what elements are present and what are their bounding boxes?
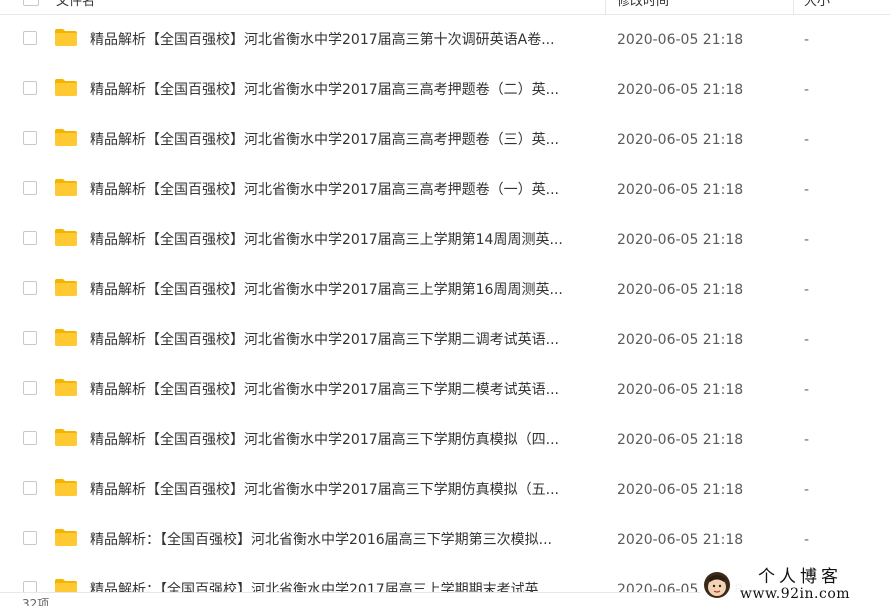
file-name[interactable]: 精品解析【全国百强校】河北省衡水中学2017届高三上学期第16周周测英... [90, 265, 595, 315]
item-count: 32项 [22, 597, 50, 606]
file-size: - [804, 232, 810, 248]
file-row[interactable]: 精品解析【全国百强校】河北省衡水中学2017届高三下学期仿真模拟（四... 202… [0, 415, 890, 465]
row-checkbox[interactable] [23, 131, 37, 145]
file-row[interactable]: 精品解析【全国百强校】河北省衡水中学2017届高三下学期二调考试英语... 202… [0, 315, 890, 365]
file-modified-date: 2020-06-05 21:18 [617, 382, 744, 398]
select-all-checkbox[interactable] [23, 0, 39, 6]
file-size: - [804, 332, 810, 348]
folder-icon [55, 79, 77, 96]
file-list-header: 文件名 修改时间 大小 [0, 0, 890, 15]
file-name[interactable]: 精品解析【全国百强校】河北省衡水中学2017届高三第十次调研英语A卷... [90, 15, 595, 65]
row-checkbox[interactable] [23, 531, 37, 545]
file-name[interactable]: 精品解析【全国百强校】河北省衡水中学2017届高三下学期二模考试英语... [90, 365, 595, 415]
blog-watermark: 个人博客 www.92in.com [700, 565, 890, 606]
folder-icon [55, 379, 77, 396]
file-modified-date: 2020-06-05 21:18 [617, 182, 744, 198]
file-modified-date: 2020-06-05 21:18 [617, 232, 744, 248]
file-size: - [804, 432, 810, 448]
file-modified-date: 2020-06-05 21:18 [617, 332, 744, 348]
folder-icon [55, 129, 77, 146]
file-modified-date: 2020-06-05 21:18 [617, 32, 744, 48]
column-divider[interactable] [605, 0, 606, 14]
file-row[interactable]: 精品解析【全国百强校】河北省衡水中学2017届高三下学期仿真模拟（五... 202… [0, 465, 890, 515]
row-checkbox[interactable] [23, 31, 37, 45]
folder-icon [55, 479, 77, 496]
row-checkbox[interactable] [23, 331, 37, 345]
column-header-name[interactable]: 文件名 [56, 0, 95, 13]
file-name[interactable]: 精品解析【全国百强校】河北省衡水中学2017届高三下学期二调考试英语... [90, 315, 595, 365]
row-checkbox[interactable] [23, 481, 37, 495]
file-size: - [804, 382, 810, 398]
file-size: - [804, 282, 810, 298]
file-row[interactable]: 精品解析【全国百强校】河北省衡水中学2017届高三第十次调研英语A卷... 202… [0, 15, 890, 65]
file-row[interactable]: 精品解析【全国百强校】河北省衡水中学2017届高三高考押题卷（一）英... 202… [0, 165, 890, 215]
file-name[interactable]: 精品解析【全国百强校】河北省衡水中学2017届高三上学期第14周周测英... [90, 215, 595, 265]
folder-icon [55, 329, 77, 346]
file-size: - [804, 132, 810, 148]
file-row[interactable]: 精品解析【全国百强校】河北省衡水中学2017届高三下学期二模考试英语... 202… [0, 365, 890, 415]
row-checkbox[interactable] [23, 231, 37, 245]
row-checkbox[interactable] [23, 281, 37, 295]
folder-icon [55, 279, 77, 296]
file-name[interactable]: 精品解析【全国百强校】河北省衡水中学2017届高三高考押题卷（二）英... [90, 65, 595, 115]
file-modified-date: 2020-06-05 21:18 [617, 82, 744, 98]
file-list: 精品解析【全国百强校】河北省衡水中学2017届高三第十次调研英语A卷... 202… [0, 15, 890, 606]
file-size: - [804, 532, 810, 548]
file-name[interactable]: 精品解析【全国百强校】河北省衡水中学2017届高三下学期仿真模拟（四... [90, 415, 595, 465]
row-checkbox[interactable] [23, 81, 37, 95]
folder-icon [55, 429, 77, 446]
file-row[interactable]: 精品解析【全国百强校】河北省衡水中学2017届高三高考押题卷（三）英... 202… [0, 115, 890, 165]
file-row[interactable]: 精品解析【全国百强校】河北省衡水中学2017届高三上学期第16周周测英... 20… [0, 265, 890, 315]
row-checkbox[interactable] [23, 181, 37, 195]
row-checkbox[interactable] [23, 381, 37, 395]
file-modified-date: 2020-06-05 21:18 [617, 282, 744, 298]
file-list-window: 文件名 修改时间 大小 精品解析【全国百强校】河北省衡水中学2017届高三第十次… [0, 0, 890, 606]
file-size: - [804, 182, 810, 198]
file-modified-date: 2020-06-05 21:18 [617, 482, 744, 498]
file-size: - [804, 32, 810, 48]
column-header-size[interactable]: 大小 [804, 0, 830, 13]
file-name[interactable]: 精品解析：【全国百强校】河北省衡水中学2016届高三下学期第三次模拟... [90, 515, 595, 565]
column-header-modified[interactable]: 修改时间 [617, 0, 669, 13]
file-name[interactable]: 精品解析【全国百强校】河北省衡水中学2017届高三下学期仿真模拟（五... [90, 465, 595, 515]
folder-icon [55, 529, 77, 546]
folder-icon [55, 29, 77, 46]
row-checkbox[interactable] [23, 431, 37, 445]
folder-icon [55, 229, 77, 246]
file-row[interactable]: 精品解析【全国百强校】河北省衡水中学2017届高三高考押题卷（二）英... 202… [0, 65, 890, 115]
watermark-url: www.92in.com [740, 586, 851, 602]
file-row[interactable]: 精品解析：【全国百强校】河北省衡水中学2016届高三下学期第三次模拟... 202… [0, 515, 890, 565]
file-row[interactable]: 精品解析【全国百强校】河北省衡水中学2017届高三上学期第14周周测英... 20… [0, 215, 890, 265]
file-name[interactable]: 精品解析【全国百强校】河北省衡水中学2017届高三高考押题卷（三）英... [90, 115, 595, 165]
file-modified-date: 2020-06-05 21:18 [617, 532, 744, 548]
file-size: - [804, 82, 810, 98]
file-name[interactable]: 精品解析【全国百强校】河北省衡水中学2017届高三高考押题卷（一）英... [90, 165, 595, 215]
folder-icon [55, 179, 77, 196]
file-modified-date: 2020-06-05 21:18 [617, 132, 744, 148]
column-divider[interactable] [793, 0, 794, 14]
watermark-title: 个人博客 [758, 567, 842, 587]
file-modified-date: 2020-06-05 21:18 [617, 432, 744, 448]
avatar-icon [704, 572, 730, 598]
file-size: - [804, 482, 810, 498]
